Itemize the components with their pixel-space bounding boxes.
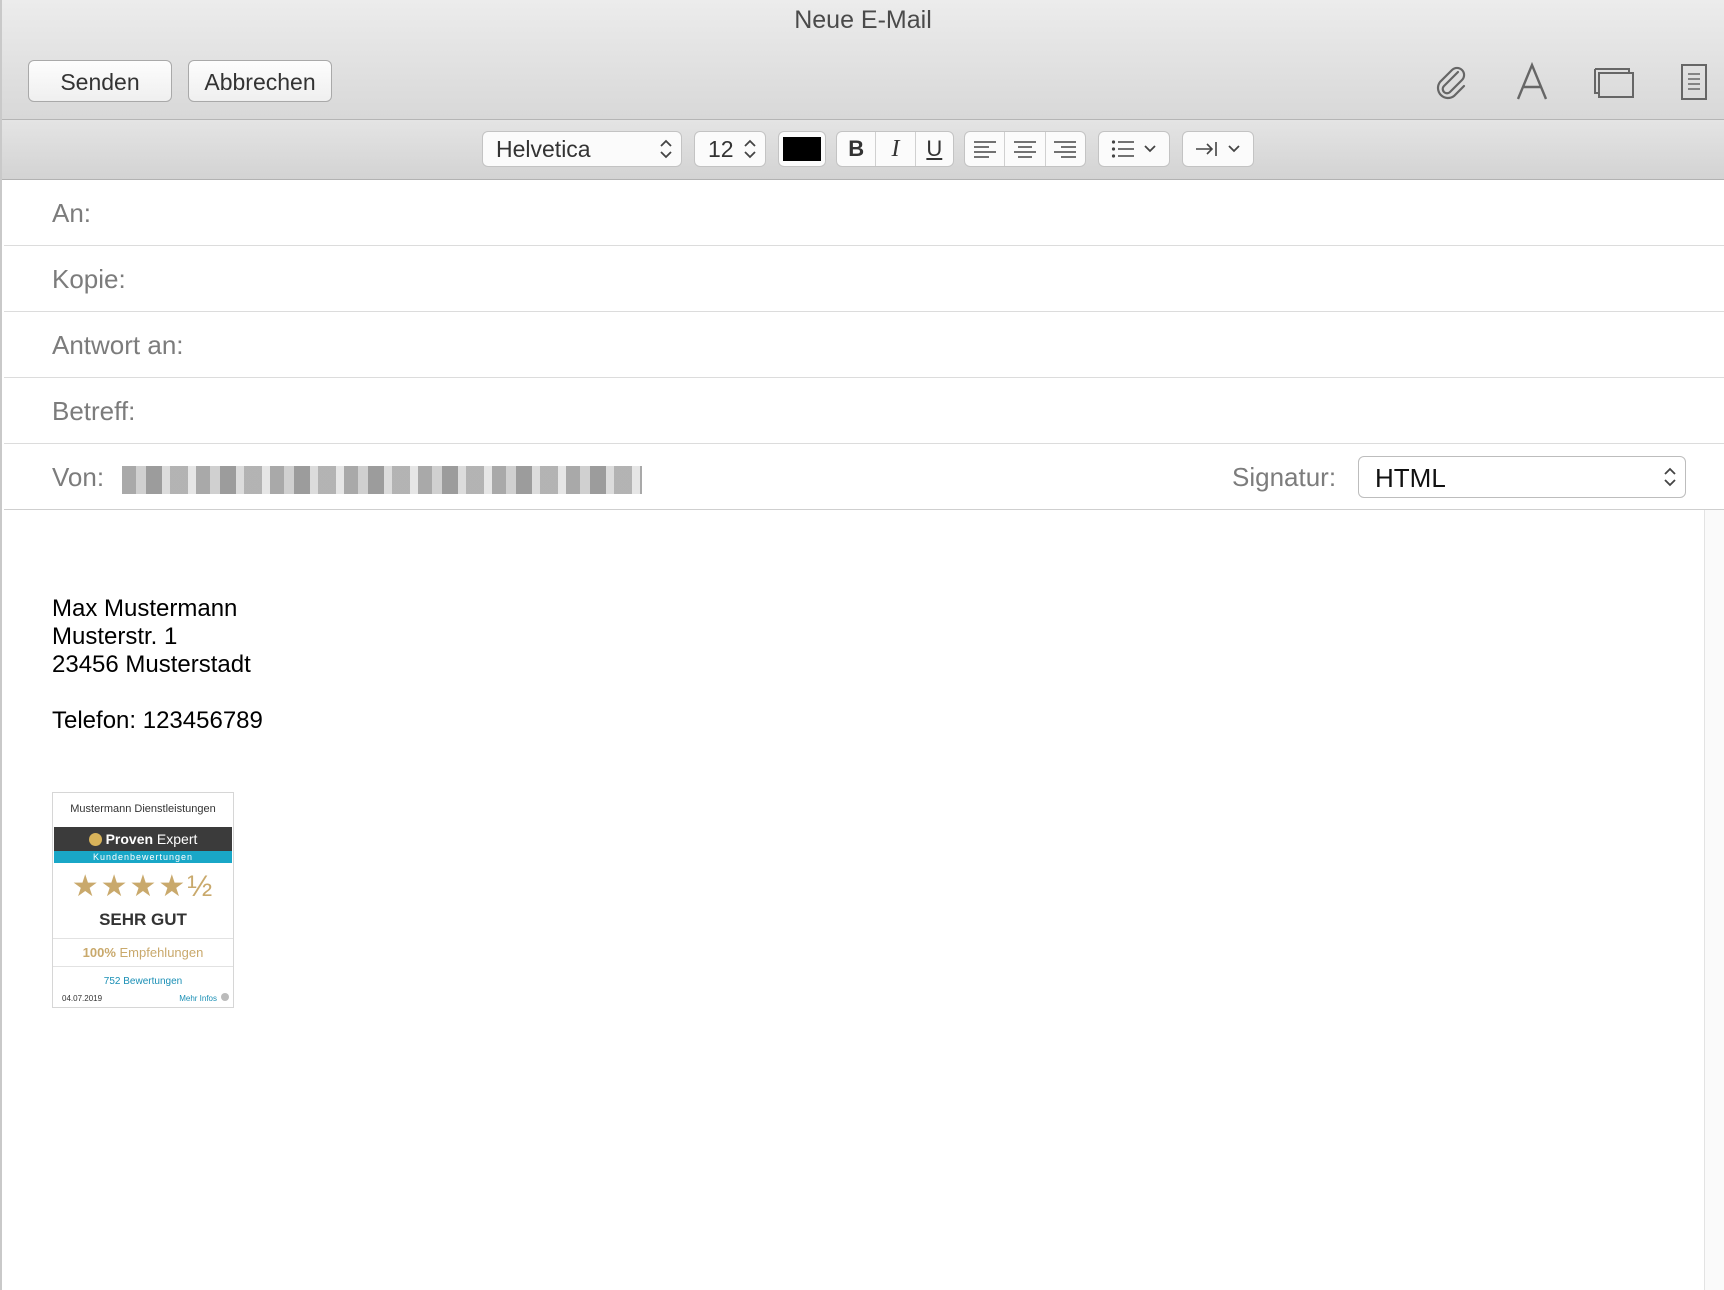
chevron-down-icon	[1144, 145, 1156, 153]
cancel-button[interactable]: Abbrechen	[188, 60, 332, 102]
badge-divider	[53, 966, 233, 967]
font-family-select[interactable]: Helvetica	[482, 131, 682, 167]
signature-line-city: 23456 Musterstadt	[52, 651, 251, 678]
badge-more-info-link[interactable]: Mehr Infos	[179, 994, 217, 1003]
badge-recommendation-text: Empfehlungen	[115, 945, 204, 960]
proven-expert-badge[interactable]: Mustermann Dienstleistungen Proven Exper…	[52, 792, 234, 1008]
align-right-icon[interactable]	[1046, 132, 1085, 166]
to-field: An:	[4, 180, 1724, 246]
message-body[interactable]: Max Mustermann Musterstr. 1 23456 Muster…	[4, 510, 1704, 1290]
reply-to-field: Antwort an:	[4, 312, 1724, 378]
badge-rating-text: SEHR GUT	[99, 910, 187, 929]
signature-label: Signatur:	[1232, 462, 1337, 492]
stationery-icon[interactable]	[1670, 58, 1718, 106]
align-center-icon[interactable]	[1005, 132, 1046, 166]
badge-brand-bar: Proven Expert	[54, 827, 232, 851]
from-field: Von: Signatur: HTML	[4, 444, 1724, 510]
text-color-swatch	[783, 137, 821, 161]
subject-field: Betreff:	[4, 378, 1724, 444]
updown-chevron-icon	[1664, 467, 1676, 487]
bullet-list-icon	[1111, 140, 1134, 158]
signature-line-street: Musterstr. 1	[52, 623, 178, 650]
badge-divider	[53, 938, 233, 939]
signature-line-phone: Telefon: 123456789	[52, 707, 263, 734]
font-family-value: Helvetica	[496, 135, 591, 162]
bold-button[interactable]: B	[837, 132, 877, 166]
window-icon[interactable]	[1590, 58, 1638, 106]
badge-brand-light: Expert	[153, 831, 198, 847]
mail-compose-window: Neue E-Mail Senden Abbrechen Helvetica 1…	[0, 0, 1724, 1290]
font-icon[interactable]	[1508, 58, 1556, 106]
from-account-redacted[interactable]	[122, 466, 642, 494]
to-label: An:	[52, 198, 92, 228]
signature-text: Max Mustermann Musterstr. 1 23456 Muster…	[52, 595, 263, 735]
toolbar: Neue E-Mail Senden Abbrechen	[2, 0, 1724, 120]
signature-select[interactable]: HTML	[1358, 456, 1686, 498]
alignment-segment	[964, 131, 1086, 167]
reply-to-input[interactable]	[204, 324, 1708, 366]
to-input[interactable]	[104, 192, 1708, 234]
body-scrollbar[interactable]	[1704, 510, 1724, 1290]
badge-company: Mustermann Dienstleistungen	[70, 803, 216, 815]
badge-subtitle: Kundenbewertungen	[54, 851, 232, 863]
send-button[interactable]: Senden	[28, 60, 172, 102]
badge-date: 04.07.2019	[62, 994, 103, 1003]
subject-label: Betreff:	[52, 396, 136, 426]
check-badge-icon	[88, 833, 102, 846]
italic-button[interactable]: I	[876, 132, 916, 166]
align-left-icon[interactable]	[965, 132, 1006, 166]
font-size-value: 12	[708, 135, 734, 162]
underline-button[interactable]: U	[916, 132, 953, 166]
signature-line-name: Max Mustermann	[52, 595, 238, 622]
cc-input[interactable]	[140, 258, 1704, 300]
window-title: Neue E-Mail	[794, 6, 932, 34]
indent-menu[interactable]	[1182, 131, 1254, 167]
badge-brand-bold: Proven	[105, 831, 154, 847]
list-style-menu[interactable]	[1098, 131, 1170, 167]
cc-label: Kopie:	[52, 264, 126, 294]
star-rating: ★★★★½	[71, 870, 215, 903]
font-size-select[interactable]: 12	[694, 131, 766, 167]
indent-icon	[1196, 142, 1217, 156]
paperclip-icon[interactable]	[1426, 58, 1474, 106]
badge-recommendations: 100% Empfehlungen	[53, 945, 233, 960]
badge-recommendation-pct: 100%	[82, 945, 116, 960]
cc-field: Kopie:	[4, 246, 1724, 312]
format-bar: Helvetica 12 B I U	[2, 120, 1724, 180]
style-segment: B I U	[836, 131, 954, 167]
signature-line-blank	[52, 679, 263, 707]
chevron-down-icon	[1228, 145, 1240, 153]
updown-chevron-icon	[660, 139, 672, 159]
updown-chevron-icon	[744, 139, 756, 159]
from-label: Von:	[52, 462, 105, 492]
signature-value: HTML	[1375, 463, 1446, 493]
subject-input[interactable]	[154, 390, 1708, 432]
text-color-well[interactable]	[778, 131, 826, 167]
badge-reviews-link[interactable]: 752 Bewertungen	[53, 976, 233, 987]
info-icon	[221, 993, 229, 1001]
reply-to-label: Antwort an:	[52, 330, 184, 360]
